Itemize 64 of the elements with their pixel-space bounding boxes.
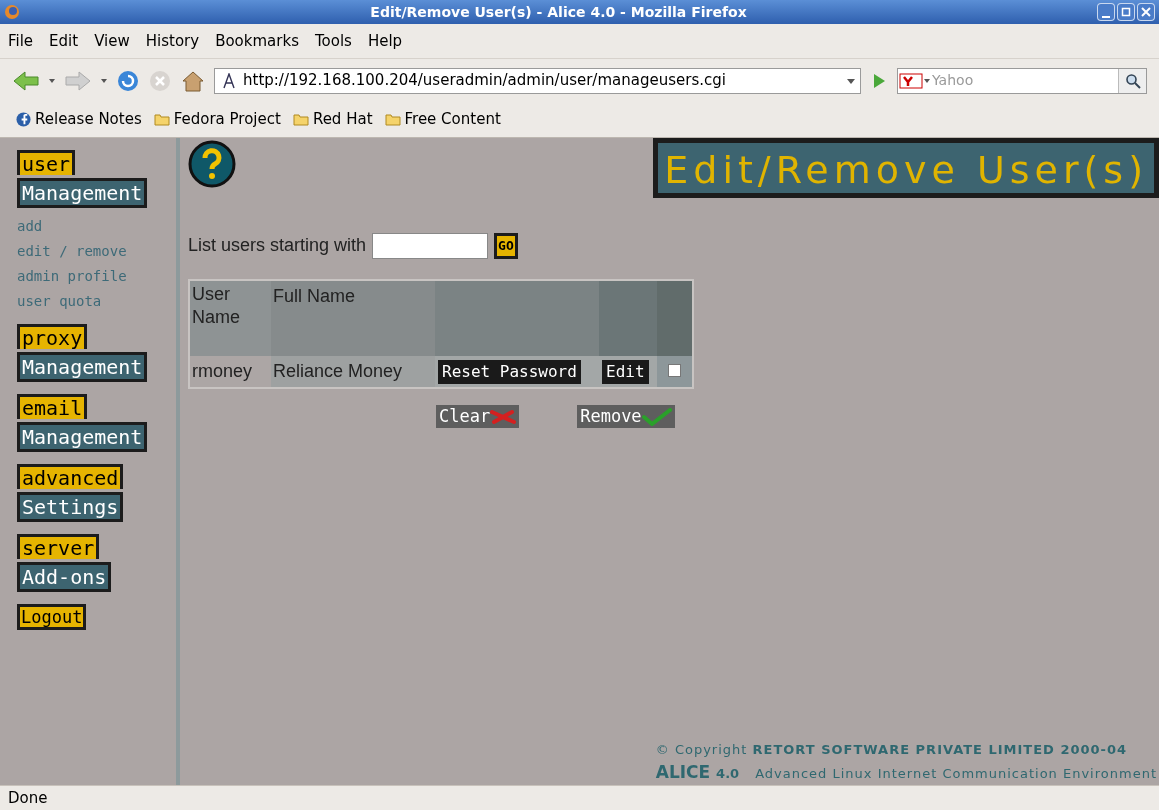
table-cell: rmoney (189, 356, 271, 388)
close-icon (1141, 7, 1151, 17)
tagline-text: Advanced Linux Internet Communication Environment (755, 764, 1157, 783)
reset-password-button[interactable]: Reset Password (438, 360, 581, 384)
section-bottom-label[interactable]: Management (17, 352, 148, 382)
cross-icon (490, 408, 517, 425)
remove-button[interactable]: Remove (577, 405, 675, 428)
close-button[interactable] (1137, 3, 1155, 21)
search-engine-icon[interactable] (898, 71, 932, 90)
window-title: Edit/Remove User(s) - Alice 4.0 - Mozilla Firefox (369, 2, 748, 22)
clear-button[interactable]: Clear (436, 405, 520, 428)
search-icon[interactable] (1124, 72, 1141, 89)
section-bottom-label[interactable]: Management (17, 178, 148, 208)
table-cell: Reliance Money (271, 356, 435, 388)
edit-button[interactable]: Edit (602, 360, 649, 384)
menu-item[interactable]: Tools (314, 29, 352, 53)
minimize-button[interactable] (1097, 3, 1115, 21)
bookmark-item[interactable]: Free Content (384, 108, 501, 131)
caret-icon[interactable] (100, 76, 108, 85)
maximize-button[interactable] (1117, 3, 1135, 21)
page-heading: Edit/Remove User(s) (653, 138, 1159, 198)
browser-logo-icon (4, 4, 20, 20)
logout-button[interactable]: Logout (17, 604, 87, 630)
maximize-icon (1121, 7, 1131, 17)
section-bottom-label[interactable]: Settings (17, 492, 124, 522)
reload-icon[interactable] (116, 68, 140, 93)
menu-item[interactable]: Help (367, 29, 403, 53)
folder-icon (384, 113, 401, 126)
filter-label: List users starting with (188, 234, 367, 257)
section-top-label[interactable]: email (17, 394, 88, 419)
section-top-label[interactable]: user (17, 150, 76, 175)
search-field[interactable]: Yahoo (932, 70, 1118, 91)
folder-icon (292, 113, 309, 126)
bookmark-item[interactable]: Release Notes (16, 108, 142, 131)
menu-item[interactable]: History (145, 29, 200, 53)
url-text: http://192.168.100.204/useradmin/admin/user/manageusers.cgi (243, 70, 727, 92)
address-bar[interactable]: http://192.168.100.204/useradmin/admin/user/manageusers.cgi (214, 67, 861, 94)
section-bottom-label[interactable]: Management (17, 422, 148, 452)
menu-item[interactable]: View (94, 29, 130, 53)
back-arrow-icon[interactable] (12, 69, 40, 92)
menu-item[interactable]: Edit (49, 29, 79, 53)
help-icon[interactable] (188, 140, 236, 188)
bookmark-item[interactable]: Red Hat (292, 108, 373, 131)
menu-item[interactable]: Bookmarks (215, 29, 299, 53)
bookmark-item[interactable]: Fedora Project (153, 108, 281, 131)
section-top-label[interactable]: proxy (17, 324, 88, 349)
check-icon (641, 407, 672, 426)
minimize-icon (1102, 16, 1110, 18)
folder-icon (153, 113, 170, 126)
section-bottom-label[interactable]: Add-ons (17, 562, 112, 592)
go-button[interactable]: GO (494, 232, 518, 259)
row-checkbox[interactable] (668, 364, 681, 377)
status-text: Done (8, 787, 48, 809)
product-logo: ALICE 4.0 (655, 760, 740, 784)
section-top-label[interactable]: server (17, 534, 100, 559)
column-header: User Name (189, 280, 271, 356)
caret-icon[interactable] (48, 76, 56, 85)
copyright-text: © Copyright RETORT SOFTWARE PRIVATE LIMITED 2000-04 (655, 741, 1128, 759)
column-header: Full Name (271, 280, 435, 356)
page-icon (223, 72, 235, 89)
section-top-label[interactable]: advanced (17, 464, 124, 489)
search-box[interactable]: Yahoo (897, 67, 1147, 94)
menu-item[interactable]: File (8, 29, 34, 53)
filter-input[interactable] (372, 232, 489, 259)
